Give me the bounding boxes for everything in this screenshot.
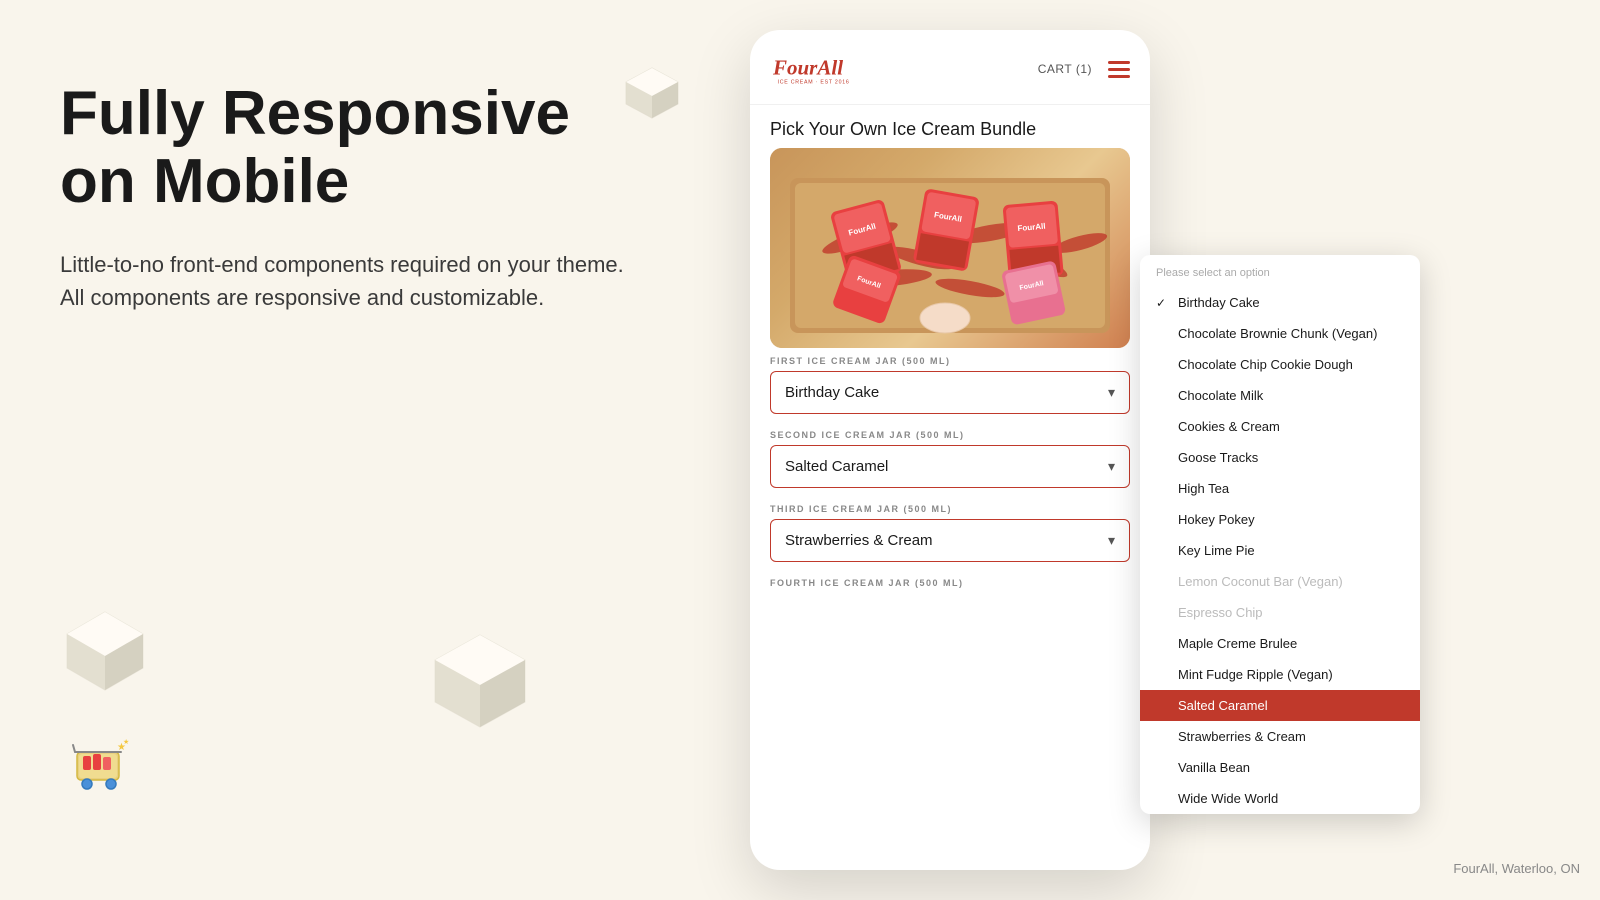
dropdown-item: Espresso Chip [1140, 597, 1420, 628]
hamburger-menu-icon[interactable] [1108, 61, 1130, 78]
dropdown-arrow-icon: ▾ [1108, 384, 1115, 401]
dropdown-item-label: Key Lime Pie [1178, 543, 1255, 558]
logo-wrapper: FourAll ICE CREAM · EST 2016 [770, 48, 860, 90]
jar-label-1: FIRST ICE CREAM JAR (500 ML) [770, 356, 1130, 366]
jar-dropdown-3[interactable]: Strawberries & Cream ▾ [770, 519, 1130, 562]
jar-dropdown-1[interactable]: Birthday Cake ▾ [770, 371, 1130, 414]
cube-decoration-top-right [620, 60, 685, 125]
dropdown-item[interactable]: Salted Caramel [1140, 690, 1420, 721]
dropdown-item[interactable]: Mint Fudge Ripple (Vegan) [1140, 659, 1420, 690]
jar-selectors: FIRST ICE CREAM JAR (500 ML) Birthday Cak… [750, 348, 1150, 588]
dropdown-item-label: Hokey Pokey [1178, 512, 1255, 527]
dropdown-item[interactable]: Wide Wide World [1140, 783, 1420, 814]
dropdown-item-label: Chocolate Chip Cookie Dough [1178, 357, 1353, 372]
dropdown-item-label: High Tea [1178, 481, 1229, 496]
dropdown-item-label: Cookies & Cream [1178, 419, 1280, 434]
dropdown-item: Lemon Coconut Bar (Vegan) [1140, 566, 1420, 597]
dropdown-item[interactable]: Chocolate Milk [1140, 380, 1420, 411]
heading-line2: on Mobile [60, 147, 349, 216]
svg-text:FourAll: FourAll [772, 55, 843, 79]
fourall-logo: FourAll ICE CREAM · EST 2016 [770, 48, 860, 90]
product-image: FourAll FourAll FourAll [770, 148, 1130, 348]
dropdown-item[interactable]: Maple Creme Brulee [1140, 628, 1420, 659]
dropdown-item[interactable]: High Tea [1140, 473, 1420, 504]
dropdown-items-list: ✓ Birthday Cake Chocolate Brownie Chunk (V… [1140, 287, 1420, 814]
product-image-container: FourAll FourAll FourAll [770, 148, 1130, 348]
sub-text: Little-to-no front-end components requir… [60, 248, 640, 314]
jar-section-3: THIRD ICE CREAM JAR (500 ML) Strawberries… [750, 496, 1150, 562]
jar-dropdown-2[interactable]: Salted Caramel ▾ [770, 445, 1130, 488]
dropdown-header: Please select an option [1140, 255, 1420, 287]
hamburger-line-3 [1108, 75, 1130, 78]
dropdown-item-label: Maple Creme Brulee [1178, 636, 1297, 651]
hamburger-line-2 [1108, 68, 1130, 71]
dropdown-item-label: Salted Caramel [1178, 698, 1268, 713]
dropdown-overlay: Please select an option ✓ Birthday Cake Ch… [1140, 255, 1420, 814]
dropdown-item-label: Wide Wide World [1178, 791, 1278, 806]
footer-location: FourAll, Waterloo, ON [1453, 861, 1580, 876]
svg-text:★: ★ [123, 738, 129, 746]
dropdown-item[interactable]: Hokey Pokey [1140, 504, 1420, 535]
dropdown-item[interactable]: Key Lime Pie [1140, 535, 1420, 566]
dropdown-item-label: Chocolate Brownie Chunk (Vegan) [1178, 326, 1377, 341]
dropdown-item-label: Goose Tracks [1178, 450, 1258, 465]
jar-label-2: SECOND ICE CREAM JAR (500 ML) [770, 430, 1130, 440]
dropdown-item-label: Chocolate Milk [1178, 388, 1263, 403]
shopping-cart-decoration: ★ ★ [65, 730, 135, 800]
dropdown-item-label: Espresso Chip [1178, 605, 1263, 620]
phone-header: FourAll ICE CREAM · EST 2016 CART (1) [750, 30, 1150, 105]
jar-dropdown-text-1: Birthday Cake [785, 384, 879, 401]
jar-label-3: THIRD ICE CREAM JAR (500 ML) [770, 504, 1130, 514]
jar-section-4: FOURTH ICE CREAM JAR (500 ML) [750, 570, 1150, 588]
dropdown-arrow-icon: ▾ [1108, 532, 1115, 549]
dropdown-item[interactable]: Cookies & Cream [1140, 411, 1420, 442]
dropdown-item-label: Lemon Coconut Bar (Vegan) [1178, 574, 1343, 589]
cube-decoration-bottom-left [55, 600, 155, 700]
product-title: Pick Your Own Ice Cream Bundle [750, 105, 1150, 148]
jar-section-1: FIRST ICE CREAM JAR (500 ML) Birthday Cak… [750, 348, 1150, 414]
dropdown-item[interactable]: ✓ Birthday Cake [1140, 287, 1420, 318]
cart-menu-area: CART (1) [1038, 61, 1130, 78]
jar-dropdown-text-3: Strawberries & Cream [785, 532, 933, 549]
dropdown-item-label: Vanilla Bean [1178, 760, 1250, 775]
jar-section-2: SECOND ICE CREAM JAR (500 ML) Salted Cara… [750, 422, 1150, 488]
heading-line1: Fully Responsive [60, 79, 570, 148]
dropdown-item[interactable]: Goose Tracks [1140, 442, 1420, 473]
cart-label[interactable]: CART (1) [1038, 62, 1092, 76]
dropdown-arrow-icon: ▾ [1108, 458, 1115, 475]
dropdown-item[interactable]: Chocolate Chip Cookie Dough [1140, 349, 1420, 380]
hamburger-line-1 [1108, 61, 1130, 64]
dropdown-item-label: Mint Fudge Ripple (Vegan) [1178, 667, 1333, 682]
dropdown-item-label: Birthday Cake [1178, 295, 1260, 310]
checkmark-icon: ✓ [1156, 296, 1170, 310]
dropdown-item[interactable]: Strawberries & Cream [1140, 721, 1420, 752]
dropdown-item-label: Strawberries & Cream [1178, 729, 1306, 744]
cube-decoration-bottom-mid [420, 620, 540, 740]
dropdown-item[interactable]: Chocolate Brownie Chunk (Vegan) [1140, 318, 1420, 349]
phone-mockup: FourAll ICE CREAM · EST 2016 CART (1) Pi… [750, 30, 1150, 870]
jar-dropdown-text-2: Salted Caramel [785, 458, 888, 475]
dropdown-item[interactable]: Vanilla Bean [1140, 752, 1420, 783]
phone-content: Pick Your Own Ice Cream Bundle [750, 105, 1150, 870]
svg-text:ICE CREAM · EST 2016: ICE CREAM · EST 2016 [778, 79, 850, 85]
jar-label-4: FOURTH ICE CREAM JAR (500 ML) [770, 578, 1130, 588]
